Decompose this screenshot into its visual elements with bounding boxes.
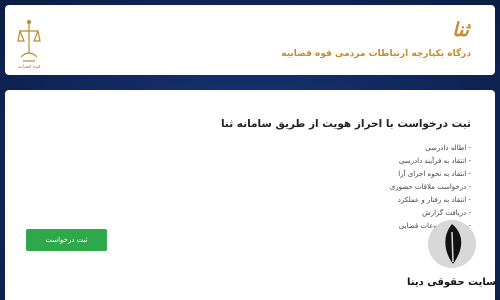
list-item: - اطاله دادرسی <box>425 144 471 152</box>
list-item: - انتقاد به فرآیند دادرسی <box>398 157 471 165</box>
page-title: ثبت درخواست با احراز هویت از طریق سامانه… <box>220 118 471 130</box>
portal-title: درگاه یکپارچه ارتباطات مردمی قوه قضاییه <box>281 49 471 59</box>
submit-request-button[interactable]: ثبت درخواست <box>26 229 107 251</box>
header-bar: قوه قضاییه ثنا درگاه یکپارچه ارتباطات مر… <box>5 5 495 75</box>
quill-pen-icon <box>428 220 476 268</box>
sana-logo[interactable]: ثنا <box>452 19 469 41</box>
list-item: - درخواست ملاقات حضوری <box>389 183 471 191</box>
emblem-caption: قوه قضاییه <box>17 64 41 70</box>
site-watermark: سایت حقوقی دینا <box>400 218 500 300</box>
list-item: - انتقاد به رفتار و عملکرد <box>397 196 471 204</box>
list-item: - انتقاد به نحوه اجرای آرا <box>398 170 471 178</box>
judiciary-emblem-icon <box>17 19 41 65</box>
watermark-text: سایت حقوقی دینا <box>407 277 496 288</box>
